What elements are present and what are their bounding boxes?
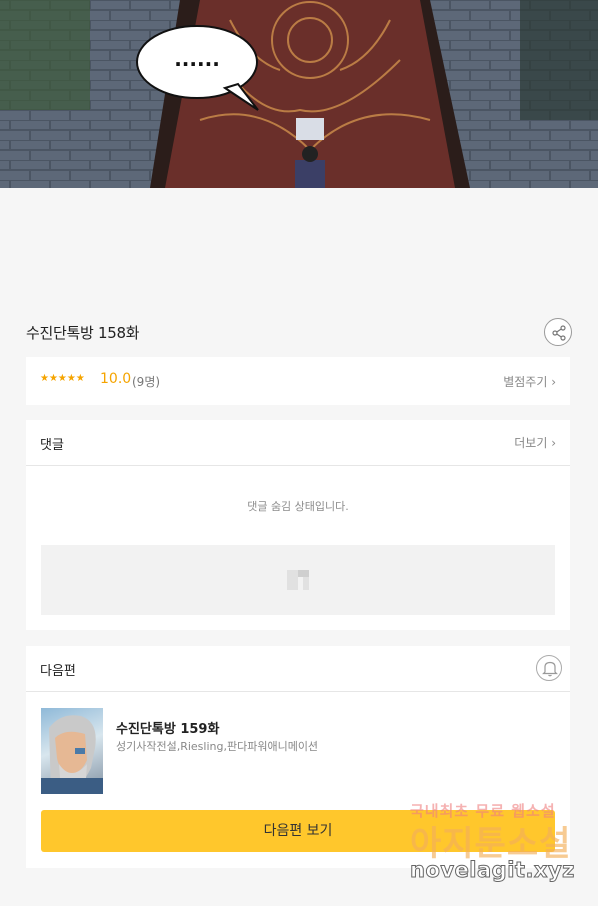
share-icon xyxy=(552,325,566,341)
comments-header: 댓글 더보기 › xyxy=(26,420,570,466)
share-button[interactable] xyxy=(544,318,572,346)
comments-more-link[interactable]: 더보기 › xyxy=(514,434,556,451)
character-portrait xyxy=(41,715,103,794)
image-placeholder-icon xyxy=(287,570,309,590)
next-episode-header: 다음편 xyxy=(26,646,570,692)
next-episode-title[interactable]: 수진단톡방 159화 xyxy=(116,718,219,737)
rating-stars: ★★★★★ xyxy=(40,373,85,384)
watermark: 국내최초 무료 웹소설 아지툰소설 novelagit.xyz xyxy=(410,800,580,886)
episode-title: 수진단톡방 158화 xyxy=(26,324,140,342)
rating-count: (9명) xyxy=(132,375,161,389)
next-episode-authors: 성기사작전설,Riesling,판다파워애니메이션 xyxy=(116,740,319,753)
comic-illustration: ...... xyxy=(0,0,598,188)
episode-header: 수진단톡방 158화 xyxy=(26,316,572,350)
comic-panel: ...... xyxy=(0,0,598,188)
ad-placeholder[interactable] xyxy=(41,545,555,615)
notification-button[interactable] xyxy=(536,655,562,681)
next-episode-thumbnail[interactable] xyxy=(41,708,103,794)
rate-button[interactable]: 별점주기 › xyxy=(503,373,556,390)
rating-score: 10.0 xyxy=(100,371,132,387)
watermark-url: novelagit.xyz xyxy=(410,858,575,883)
speech-bubble-text: ...... xyxy=(174,47,220,71)
bell-icon xyxy=(542,661,558,677)
rating-card: ★★★★★ 10.0 (9명) 별점주기 › xyxy=(26,357,570,405)
comments-hidden-message: 댓글 숨김 상태입니다. xyxy=(247,500,349,513)
blank-spacer xyxy=(0,188,598,298)
comments-card: 댓글 더보기 › 댓글 숨김 상태입니다. xyxy=(26,420,570,630)
next-episode-heading: 다음편 xyxy=(40,664,76,679)
comments-title: 댓글 xyxy=(40,438,64,453)
